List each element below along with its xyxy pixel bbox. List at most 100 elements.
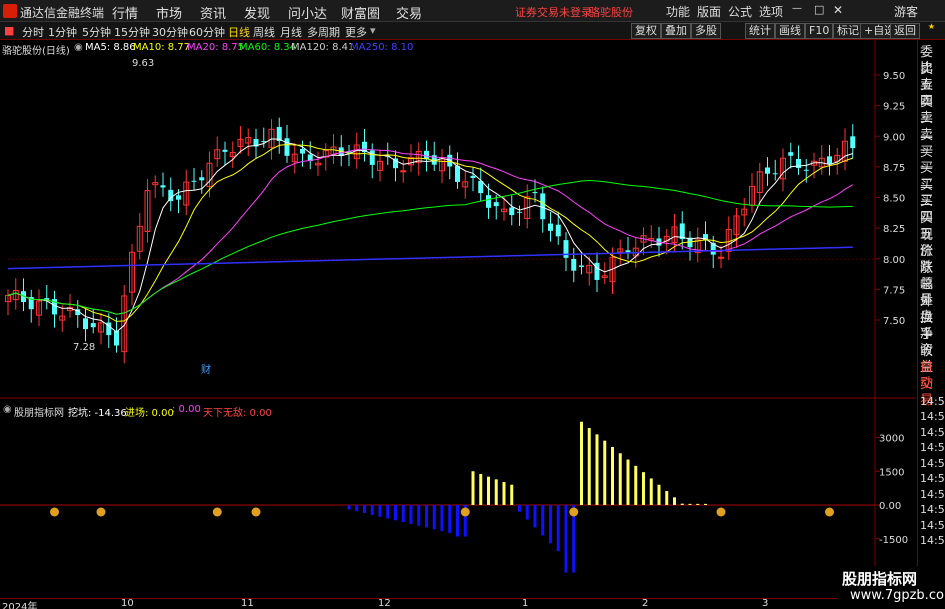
grid-dot: [600, 258, 601, 260]
tf-monthly[interactable]: 月线: [280, 24, 302, 40]
back-button[interactable]: 返回: [890, 23, 920, 39]
indicator-bar: [595, 434, 599, 505]
grid-dot: [456, 258, 457, 260]
menu-ask[interactable]: 问小达: [288, 3, 327, 22]
menu-function[interactable]: 功能: [666, 3, 690, 20]
money-bag-icon: [460, 507, 470, 517]
ind-tick-label-0: 3000: [879, 434, 904, 445]
watermark-url: www.7gpzb.com: [850, 588, 945, 603]
more-chevron-icon[interactable]: ▾: [370, 24, 376, 37]
multi-stock-button[interactable]: 多股: [691, 23, 721, 39]
indicator-bar: [618, 453, 622, 505]
menu-options[interactable]: 选项: [759, 3, 783, 20]
sidebar-item-27: 14:56: [920, 487, 945, 501]
indicator-value-3: : 0.00: [172, 404, 201, 415]
tf-1min[interactable]: 1分钟: [48, 24, 77, 40]
tf-15min[interactable]: 15分钟: [114, 24, 150, 40]
grid-dot: [276, 258, 277, 260]
indicator-bar: [626, 459, 630, 505]
grid-dot: [696, 258, 697, 260]
candle-body-down: [594, 262, 600, 280]
stats-button[interactable]: 统计: [745, 23, 775, 39]
menu-news[interactable]: 资讯: [200, 3, 226, 22]
grid-dot: [668, 258, 669, 260]
indicator-settings-icon[interactable]: ◉: [3, 404, 12, 415]
chart-canvas[interactable]: 9.50 9.25 9.00 8.75 8.50 8.25 8.00 7.75 7.50 3000…: [0, 40, 915, 600]
menu-formula[interactable]: 公式: [728, 3, 752, 20]
ind-tick-label-2: 0.00: [879, 501, 901, 512]
candle-body-down: [532, 192, 538, 194]
maximize-icon[interactable]: □: [814, 3, 824, 16]
tf-5min[interactable]: 5分钟: [82, 24, 111, 40]
candle-body-down: [176, 195, 181, 200]
grid-dot: [96, 258, 97, 260]
chart-area[interactable]: 9.50 9.25 9.00 8.75 8.50 8.25 8.00 7.75 7.50 3000…: [0, 40, 915, 600]
indicator-bar: [479, 473, 483, 505]
grid-dot: [584, 258, 585, 260]
guest-login[interactable]: 游客: [894, 3, 918, 20]
ma5-label: MA5: 8.86: [85, 42, 136, 53]
sidebar-item-29: 14:56: [920, 518, 945, 532]
menu-trade[interactable]: 交易: [396, 3, 422, 22]
indicator-bar: [378, 505, 382, 517]
indicator-bar: [363, 505, 366, 514]
grid-dot: [452, 258, 453, 260]
event-marker[interactable]: 财: [201, 361, 211, 376]
tf-multi[interactable]: 多周期: [307, 24, 340, 40]
grid-dot: [516, 258, 517, 260]
grid-dot: [108, 258, 109, 260]
candle-body-down: [509, 207, 515, 216]
grid-dot: [280, 258, 281, 260]
grid-dot: [828, 258, 829, 260]
f10-button[interactable]: F10: [805, 23, 834, 39]
tf-30min[interactable]: 30分钟: [152, 24, 188, 40]
overlay-button[interactable]: 叠加: [661, 23, 691, 39]
toolbar-logo-icon: ■: [4, 24, 15, 37]
grid-dot: [760, 258, 761, 260]
tf-daily[interactable]: 日线: [228, 24, 250, 40]
minimize-icon[interactable]: —: [792, 3, 802, 14]
indicator-bar: [704, 503, 707, 505]
login-notice[interactable]: 证券交易未登录: [515, 4, 592, 20]
indicator-bar: [409, 505, 413, 524]
indicator-bar: [603, 440, 607, 505]
grid-dot: [164, 258, 165, 260]
grid-dot: [860, 258, 861, 260]
grid-dot: [432, 258, 433, 260]
indicator-bar: [417, 505, 421, 526]
grid-dot: [652, 258, 653, 260]
indicator-bar: [386, 505, 390, 519]
date-axis: 2024年 10 11 12 1 2 3: [0, 598, 915, 609]
grid-dot: [64, 258, 65, 260]
candle-body-down: [765, 167, 770, 174]
grid-dot: [292, 258, 293, 260]
menu-discover[interactable]: 发现: [244, 3, 270, 22]
date-label-1: 1: [522, 598, 529, 609]
grid-dot: [176, 258, 177, 260]
grid-dot: [812, 258, 813, 260]
tf-weekly[interactable]: 周线: [253, 24, 275, 40]
close-icon[interactable]: ✕: [833, 3, 843, 17]
grid-dot: [72, 258, 73, 260]
tf-60min[interactable]: 60分钟: [189, 24, 225, 40]
grid-dot: [104, 258, 105, 260]
grid-dot: [68, 258, 69, 260]
menu-layout[interactable]: 版面: [697, 3, 721, 20]
menu-wealth[interactable]: 财富圈: [341, 3, 380, 22]
draw-button[interactable]: 画线: [775, 23, 805, 39]
grid-dot: [16, 258, 17, 260]
grid-dot: [76, 258, 77, 260]
indicator-bar: [564, 505, 568, 573]
adjust-button[interactable]: 复权: [631, 23, 661, 39]
menu-market[interactable]: 市场: [156, 3, 182, 22]
stock-link[interactable]: 骆驼股份: [589, 4, 633, 20]
ind-tick-label-3: -1500: [879, 535, 908, 546]
tf-intraday[interactable]: 分时: [22, 24, 44, 40]
candle-body-down: [90, 323, 96, 328]
grid-dot: [468, 258, 469, 260]
menu-quotes[interactable]: 行情: [112, 3, 138, 22]
grid-dot: [428, 258, 429, 260]
ma-settings-icon[interactable]: ◉: [74, 42, 83, 53]
tf-more[interactable]: 更多: [345, 24, 367, 40]
mark-button[interactable]: 标记: [833, 23, 863, 39]
